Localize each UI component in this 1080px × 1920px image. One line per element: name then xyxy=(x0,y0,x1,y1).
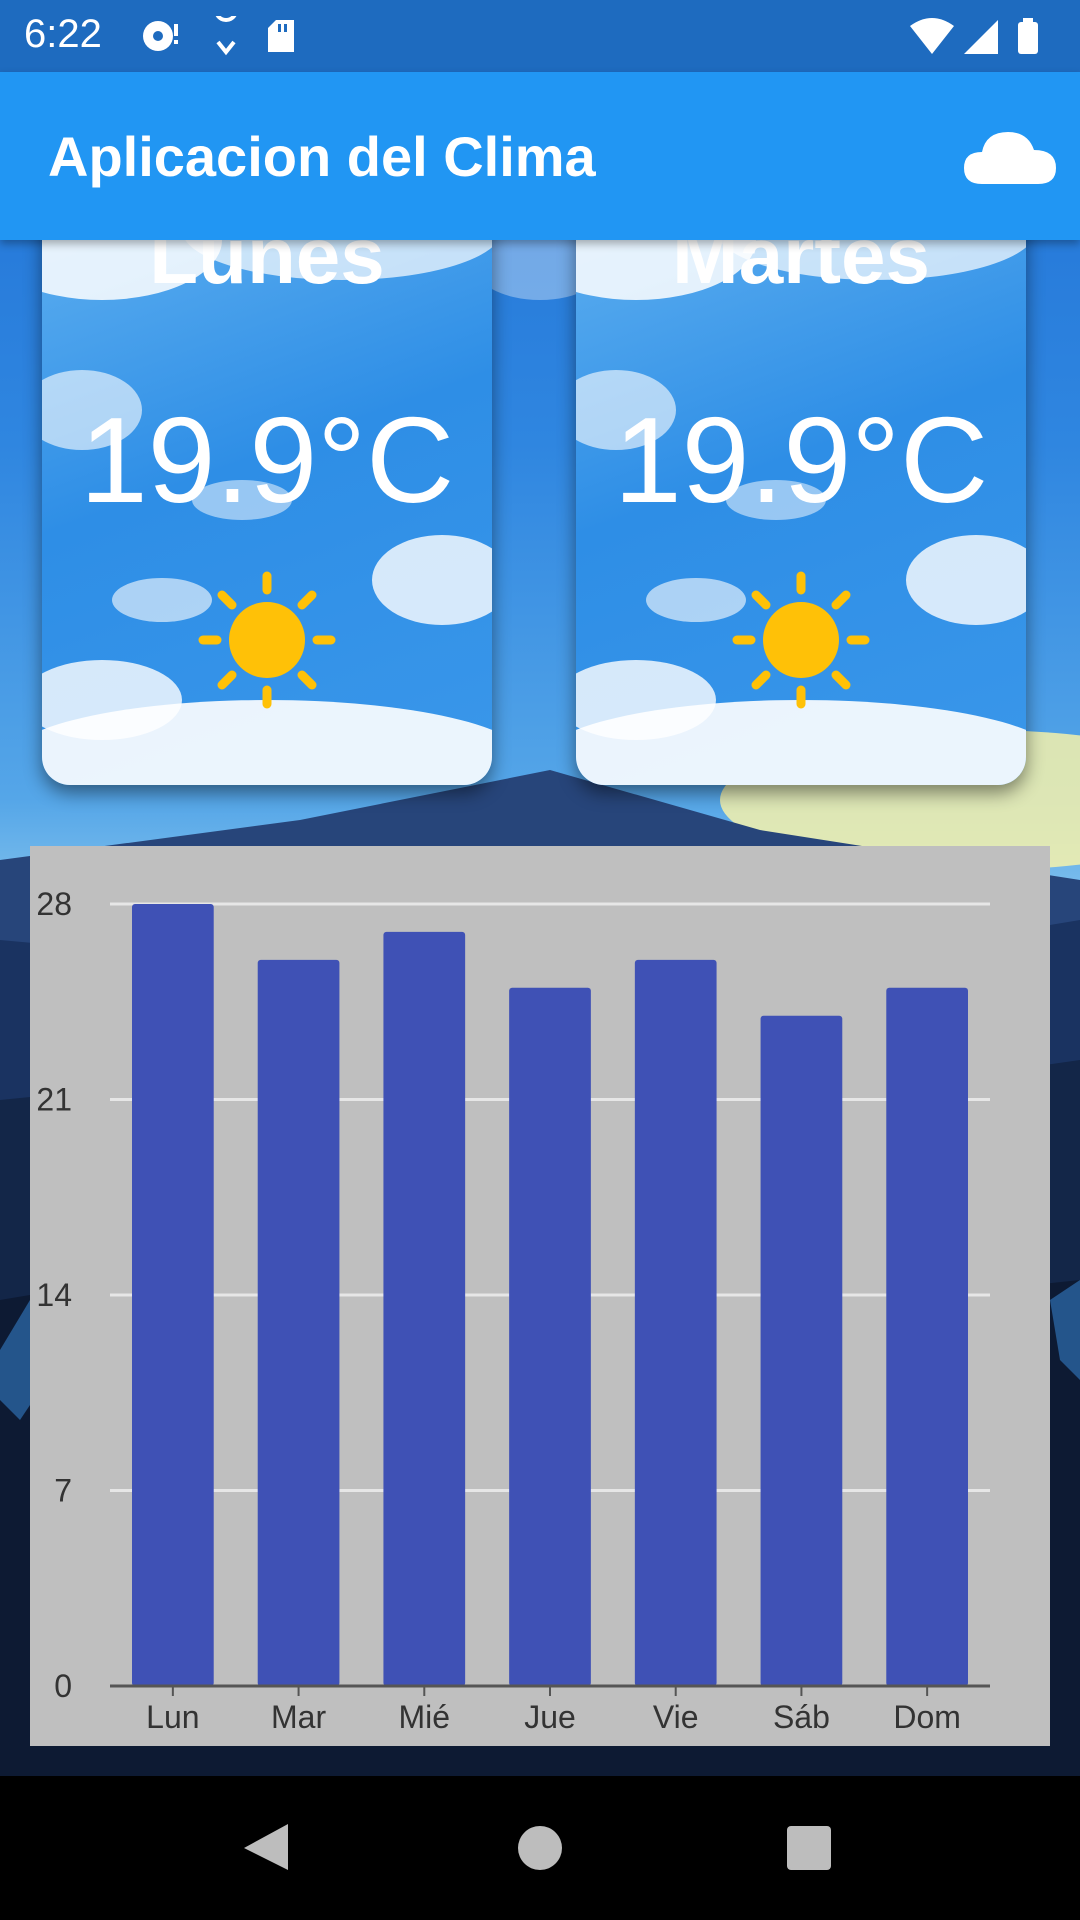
status-time: 6:22 xyxy=(24,12,102,56)
card-temperature: 19.9°C xyxy=(613,392,989,528)
battery-icon xyxy=(1018,22,1038,54)
card-temperature: 19.9°C xyxy=(79,392,455,528)
x-tick-label: Dom xyxy=(893,1699,961,1735)
bar-Jue xyxy=(509,987,591,1686)
x-tick-label: Jue xyxy=(524,1699,576,1735)
y-tick-label: 21 xyxy=(36,1082,72,1118)
x-tick-label: Vie xyxy=(653,1699,699,1735)
system-status-icons xyxy=(910,16,1050,61)
wifi-icon xyxy=(910,18,954,54)
x-tick-label: Lun xyxy=(146,1699,199,1735)
bar-Vie xyxy=(634,959,717,1686)
sun-icon xyxy=(731,570,871,715)
bar-Mié xyxy=(383,931,466,1686)
app-bar: Aplicacion del Clima xyxy=(0,72,1080,240)
media-icon xyxy=(143,21,178,51)
y-tick-label: 0 xyxy=(54,1668,72,1704)
home-icon[interactable] xyxy=(518,1826,562,1870)
recents-icon[interactable] xyxy=(787,1826,831,1870)
x-tick-label: Mar xyxy=(271,1699,326,1735)
bar-Dom xyxy=(886,987,968,1686)
cloud-icon[interactable] xyxy=(962,124,1058,193)
y-tick-label: 14 xyxy=(36,1277,72,1313)
x-tick-label: Mié xyxy=(399,1699,451,1735)
y-tick-label: 28 xyxy=(36,886,72,922)
chart-canvas: 0 7 14 21 28 Lun Mar Mié Jue Vie Sáb Dom xyxy=(36,886,990,1735)
sd-card-icon xyxy=(268,20,294,52)
day-card-lunes[interactable]: Lunes 19.9°C xyxy=(42,200,492,785)
bar-Sáb xyxy=(760,1015,843,1686)
back-icon[interactable] xyxy=(244,1824,288,1870)
location-icon xyxy=(214,0,239,56)
app-title: Aplicacion del Clima xyxy=(48,125,596,188)
sun-icon xyxy=(197,570,337,715)
bar-Mar xyxy=(257,959,340,1686)
status-bar: 6:22 xyxy=(0,0,1080,72)
day-card-martes[interactable]: Martes 19.9°C xyxy=(576,200,1026,785)
notification-icons xyxy=(138,0,298,61)
x-tick-label: Sáb xyxy=(773,1699,830,1735)
signal-icon xyxy=(964,20,998,54)
y-tick-label: 7 xyxy=(54,1473,72,1509)
navigation-bar xyxy=(0,1776,1080,1920)
bar-Lun xyxy=(132,904,214,1686)
temperature-bar-chart: 0 7 14 21 28 Lun Mar Mié Jue Vie Sáb Dom xyxy=(30,846,1050,1746)
